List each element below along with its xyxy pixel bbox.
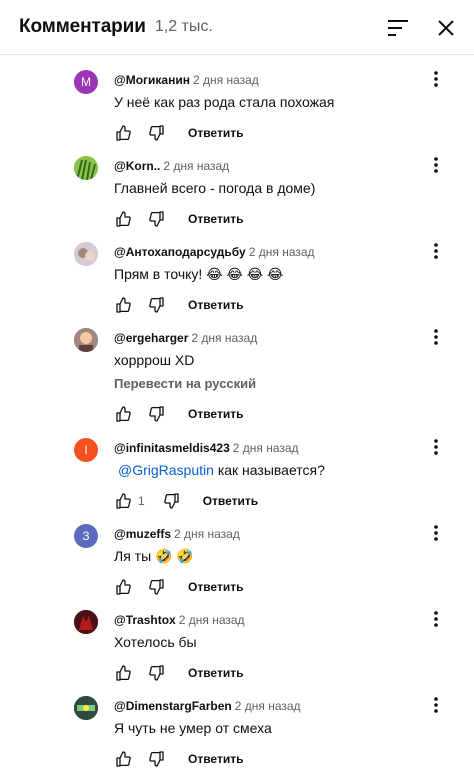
comments-title: Комментарии [19, 16, 146, 37]
comment-actions: Ответить [114, 209, 243, 229]
comment-actions: Ответить [114, 577, 243, 597]
more-options-icon[interactable] [428, 437, 444, 457]
more-options-icon[interactable] [428, 327, 444, 347]
comment-time[interactable]: 2 дня назад [179, 613, 245, 627]
comment-author[interactable]: @Антохаподарсудьбу [114, 245, 246, 259]
reply-button[interactable]: Ответить [203, 494, 258, 508]
reply-button[interactable]: Ответить [188, 212, 243, 226]
comment-text: У неё как раз рода стала похожая [114, 94, 335, 110]
comment-author[interactable]: @infinitasmeldis423 [114, 441, 230, 455]
avatar[interactable]: М [74, 70, 98, 94]
avatar-letter: I [84, 443, 88, 457]
comment-meta: @Korn.. 2 дня назад [114, 159, 229, 173]
reply-button[interactable]: Ответить [188, 407, 243, 421]
comment-actions: Ответить [114, 663, 243, 683]
comment-actions: Ответить [114, 404, 243, 424]
like-icon[interactable] [114, 664, 132, 682]
comment-time[interactable]: 2 дня назад [235, 699, 301, 713]
comment-actions: Ответить [114, 123, 243, 143]
avatar-letter: З [82, 529, 90, 543]
like-icon[interactable] [114, 296, 132, 314]
comment-meta: @Trashtox 2 дня назад [114, 613, 245, 627]
avatar[interactable] [74, 696, 98, 720]
avatar[interactable] [74, 242, 98, 266]
comment-text: хорррош XD [114, 352, 195, 368]
more-options-icon[interactable] [428, 523, 444, 543]
avatar[interactable] [74, 328, 98, 352]
close-icon[interactable] [434, 16, 458, 40]
comment-meta: @Могиканин 2 дня назад [114, 73, 259, 87]
comment-author[interactable]: @ergeharger [114, 331, 188, 345]
comment-author[interactable]: @muzeffs [114, 527, 171, 541]
comment-author[interactable]: @DimenstargFarben [114, 699, 232, 713]
comment-time[interactable]: 2 дня назад [249, 245, 315, 259]
comment-meta: @ergeharger 2 дня назад [114, 331, 257, 345]
dislike-icon[interactable] [163, 492, 181, 510]
comment-actions: Ответить [114, 749, 243, 769]
dislike-icon[interactable] [148, 124, 166, 142]
dislike-icon[interactable] [148, 664, 166, 682]
like-count: 1 [138, 494, 145, 508]
comment-author[interactable]: @Korn.. [114, 159, 160, 173]
avatar-letter: М [81, 75, 91, 89]
more-options-icon[interactable] [428, 609, 444, 629]
comment-meta: @infinitasmeldis423 2 дня назад [114, 441, 299, 455]
dislike-icon[interactable] [148, 578, 166, 596]
dislike-icon[interactable] [148, 210, 166, 228]
comment-text: Я чуть не умер от смеха [114, 720, 272, 736]
dislike-icon[interactable] [148, 296, 166, 314]
comment-meta: @DimenstargFarben 2 дня назад [114, 699, 301, 713]
like-icon[interactable] [114, 750, 132, 768]
like-icon[interactable] [114, 578, 132, 596]
sort-icon[interactable] [386, 16, 410, 40]
comment-actions: Ответить [114, 295, 243, 315]
comment-text-body: как называется? [217, 462, 325, 478]
comment-time[interactable]: 2 дня назад [174, 527, 240, 541]
comment-text: @GrigRasputin как называется? [114, 462, 325, 478]
comment-time[interactable]: 2 дня назад [233, 441, 299, 455]
like-icon[interactable] [114, 124, 132, 142]
reply-button[interactable]: Ответить [188, 126, 243, 140]
more-options-icon[interactable] [428, 241, 444, 261]
comment-time[interactable]: 2 дня назад [191, 331, 257, 345]
comment-time[interactable]: 2 дня назад [163, 159, 229, 173]
like-icon[interactable] [114, 492, 132, 510]
avatar[interactable]: З [74, 524, 98, 548]
mention-link[interactable]: @GrigRasputin [118, 462, 214, 478]
comment-actions: 1 Ответить [114, 491, 258, 511]
translate-link[interactable]: Перевести на русский [114, 376, 256, 391]
more-options-icon[interactable] [428, 69, 444, 89]
comments-count: 1,2 тыс. [154, 18, 213, 35]
comment-text: Прям в точку! 😂 😂 😂 😂 [114, 266, 284, 282]
comment-time[interactable]: 2 дня назад [193, 73, 259, 87]
avatar[interactable] [74, 156, 98, 180]
comment-author[interactable]: @Trashtox [114, 613, 176, 627]
comment-text: Ля ты 🤣 🤣 [114, 548, 194, 564]
more-options-icon[interactable] [428, 155, 444, 175]
comment-meta: @Антохаподарсудьбу 2 дня назад [114, 245, 315, 259]
avatar[interactable] [74, 610, 98, 634]
avatar[interactable]: I [74, 438, 98, 462]
reply-button[interactable]: Ответить [188, 298, 243, 312]
comment-text: Главней всего - погода в доме) [114, 180, 316, 196]
comment-author[interactable]: @Могиканин [114, 73, 190, 87]
comment-meta: @muzeffs 2 дня назад [114, 527, 240, 541]
reply-button[interactable]: Ответить [188, 752, 243, 766]
comments-header: Комментарии 1,2 тыс. [0, 0, 474, 55]
comment-text: Хотелось бы [114, 634, 197, 650]
like-icon[interactable] [114, 405, 132, 423]
dislike-icon[interactable] [148, 405, 166, 423]
reply-button[interactable]: Ответить [188, 580, 243, 594]
like-icon[interactable] [114, 210, 132, 228]
dislike-icon[interactable] [148, 750, 166, 768]
more-options-icon[interactable] [428, 695, 444, 715]
reply-button[interactable]: Ответить [188, 666, 243, 680]
